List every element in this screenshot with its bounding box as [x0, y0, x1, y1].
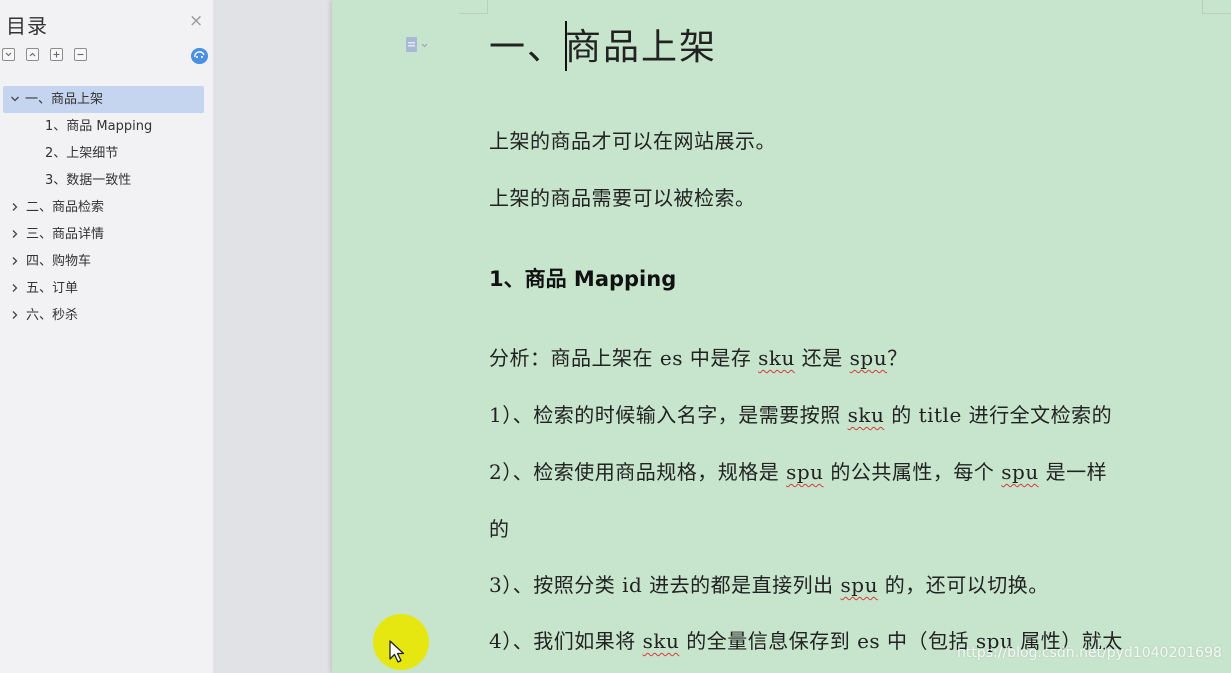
text-cursor [565, 21, 567, 71]
toc-item-label: 2、上架细节 [45, 146, 119, 161]
document-heading: 一、商品上架 [489, 27, 718, 68]
toc-item-label: 六、秒杀 [26, 308, 79, 323]
page-margin-mark [459, 0, 488, 14]
toc-item-shangjia-xijie[interactable]: 2、上架细节 [0, 140, 213, 167]
mouse-pointer-icon [389, 640, 405, 663]
sync-icon[interactable] [191, 48, 208, 64]
toc-item-label: 3、数据一致性 [45, 173, 132, 188]
toc-item-shuju-yizhixing[interactable]: 3、数据一致性 [0, 167, 213, 194]
list-item: 1）、检索的时候输入名字，是需要按照 sku 的 title 进行全文检索的 [489, 403, 1113, 427]
paragraph-analysis: 分析：商品上架在 es 中是存 sku 还是 spu？ [489, 346, 908, 370]
toc-item-label: 三、商品详情 [26, 227, 105, 242]
toc-toolbar [2, 48, 87, 64]
paragraph-menu-icon[interactable] [405, 36, 435, 54]
spellcheck-word: spu [840, 573, 878, 597]
toc-item-mapping[interactable]: 1、商品 Mapping [0, 113, 213, 140]
spellcheck-word: sku [847, 403, 885, 427]
chevron-right-icon[interactable] [10, 283, 20, 293]
toc-item-miaosha[interactable]: 六、秒杀 [0, 302, 213, 329]
toc-list: 一、商品上架 1、商品 Mapping 2、上架细节 3、数据一致性 二、商品检… [0, 86, 213, 329]
toc-panel: 目录 × 一、商品上架 1、商品 Mapping 2、上架细节 3、数据一致性 [0, 0, 214, 673]
remove-level-icon[interactable] [74, 48, 87, 61]
chevron-down-icon[interactable] [10, 94, 20, 104]
toc-item-label: 1、商品 Mapping [45, 119, 153, 134]
spellcheck-word: spu [849, 346, 888, 370]
toc-item-label: 四、购物车 [26, 254, 92, 269]
chevron-right-icon[interactable] [10, 310, 20, 320]
paragraph: 上架的商品需要可以被检索。 [489, 186, 756, 210]
expand-all-icon[interactable] [26, 48, 39, 61]
add-level-icon[interactable] [50, 48, 63, 61]
page-gutter [214, 0, 332, 673]
list-item-continuation: 的 [489, 517, 510, 541]
toc-item-shangpin-shangjia[interactable]: 一、商品上架 [3, 86, 204, 113]
toc-item-dingdan[interactable]: 五、订单 [0, 275, 213, 302]
toc-item-label: 二、商品检索 [26, 200, 105, 215]
document-page[interactable]: 一、商品上架 上架的商品才可以在网站展示。 上架的商品需要可以被检索。 1、商品… [332, 0, 1231, 673]
chevron-right-icon[interactable] [10, 229, 20, 239]
spellcheck-word: sku [642, 629, 680, 653]
spellcheck-word: sku [758, 346, 795, 370]
page-margin-mark [1202, 0, 1231, 14]
chevron-right-icon[interactable] [10, 202, 20, 212]
chevron-right-icon[interactable] [10, 256, 20, 266]
paragraph: 上架的商品才可以在网站展示。 [489, 129, 776, 153]
toc-item-gouwuche[interactable]: 四、购物车 [0, 248, 213, 275]
list-item: 3）、按照分类 id 进去的都是直接列出 spu 的，还可以切换。 [489, 573, 1049, 597]
toc-item-label: 一、商品上架 [25, 92, 104, 107]
watermark: https://blog.csdn.net/pyd1040201698 [957, 645, 1222, 661]
toc-item-shangpin-jiansuo[interactable]: 二、商品检索 [0, 194, 213, 221]
toc-item-label: 五、订单 [26, 281, 79, 296]
collapse-all-icon[interactable] [2, 48, 15, 61]
spellcheck-word: spu [1001, 460, 1039, 484]
close-icon[interactable]: × [189, 11, 203, 31]
list-item: 2）、检索使用商品规格，规格是 spu 的公共属性，每个 spu 是一样 [489, 460, 1108, 484]
toc-item-shangpin-xiangqing[interactable]: 三、商品详情 [0, 221, 213, 248]
section-heading-mapping: 1、商品 Mapping [489, 267, 677, 291]
toc-title: 目录 [6, 14, 48, 38]
spellcheck-word: spu [786, 460, 824, 484]
